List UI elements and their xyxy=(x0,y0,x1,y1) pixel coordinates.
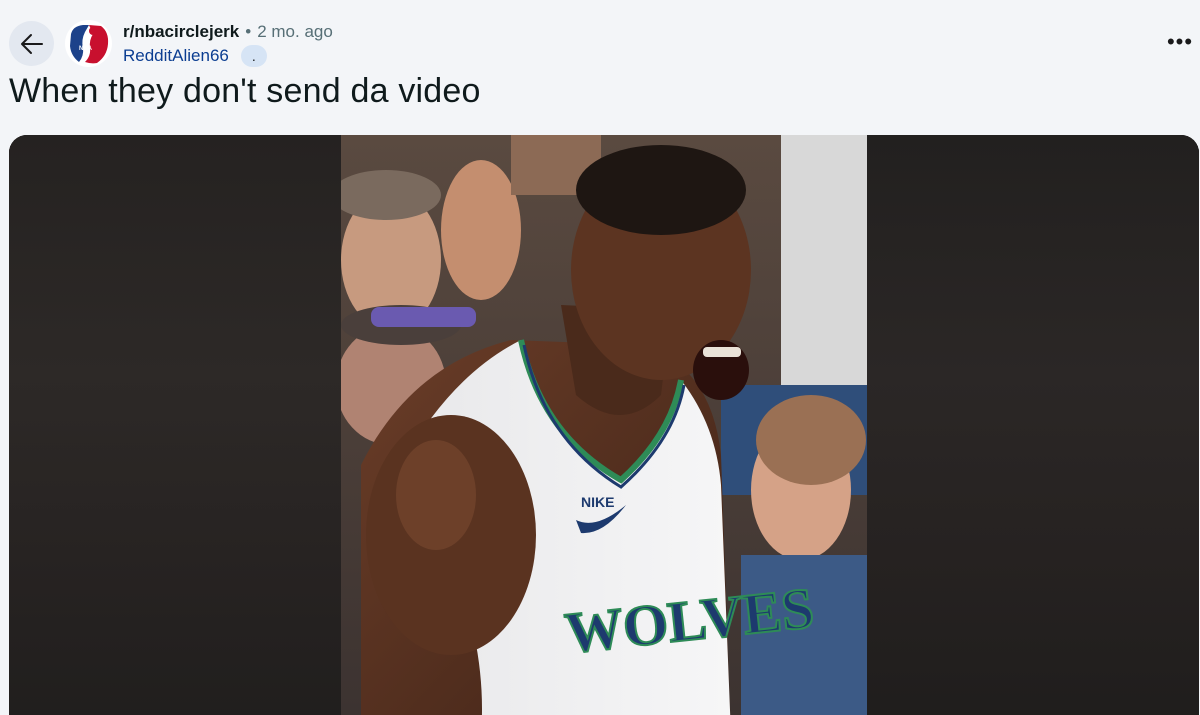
media-blur-right xyxy=(867,135,1199,715)
more-options-button[interactable]: ••• xyxy=(1166,28,1194,56)
video-frame[interactable]: NIKE WOLVES xyxy=(341,135,867,715)
post-media[interactable]: NIKE WOLVES xyxy=(9,135,1199,715)
post-page: NBA r/nbacirclejerk • 2 mo. ago RedditAl… xyxy=(0,0,1200,715)
svg-text:NBA: NBA xyxy=(79,46,93,52)
more-options-icon: ••• xyxy=(1166,29,1194,54)
arrow-left-icon xyxy=(20,33,43,54)
post-title: When they don't send da video xyxy=(9,72,481,110)
subreddit-avatar[interactable]: NBA xyxy=(65,20,112,67)
subreddit-link[interactable]: r/nbacirclejerk xyxy=(123,22,239,42)
user-flair: . xyxy=(240,45,267,67)
video-still: NIKE WOLVES xyxy=(341,135,867,715)
author-link[interactable]: RedditAlien66 xyxy=(123,46,229,66)
meta-separator: • xyxy=(245,22,252,41)
nba-logo-icon: NBA xyxy=(65,20,112,67)
post-meta: r/nbacirclejerk • 2 mo. ago RedditAlien6… xyxy=(123,22,333,67)
post-time: 2 mo. ago xyxy=(257,22,333,41)
back-button[interactable] xyxy=(9,21,54,66)
media-blur-left xyxy=(9,135,341,715)
svg-text:NIKE: NIKE xyxy=(581,494,614,510)
